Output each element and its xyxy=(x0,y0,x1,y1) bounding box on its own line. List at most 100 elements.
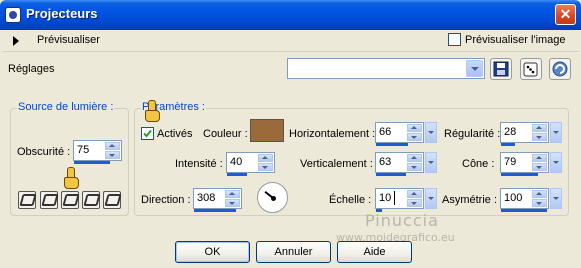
regularity-slider[interactable] xyxy=(501,143,515,146)
horizontal-slider[interactable] xyxy=(376,143,408,146)
obscurity-spinbox[interactable]: 75 xyxy=(73,140,122,164)
cone-value: 79 xyxy=(504,156,517,168)
asymmetry-dropdown[interactable] xyxy=(550,188,562,209)
intensity-label: Intensité : xyxy=(175,158,223,170)
spin-up-icon[interactable] xyxy=(407,190,422,198)
scale-spin-buttons[interactable] xyxy=(407,190,422,207)
cone-label: Cône : xyxy=(462,158,495,170)
light-preset-icon-1[interactable] xyxy=(18,191,36,209)
vertical-label: Verticalement : xyxy=(300,158,373,170)
spin-up-icon[interactable] xyxy=(407,124,422,132)
intensity-spinbox[interactable]: 40 xyxy=(226,152,275,176)
spin-down-icon[interactable] xyxy=(225,199,240,207)
direction-value: 308 xyxy=(197,192,216,204)
horizontal-spinbox[interactable]: 66 xyxy=(375,122,424,146)
light-preset-icon-3[interactable] xyxy=(61,191,79,209)
asymmetry-value: 100 xyxy=(504,192,523,204)
spin-down-icon[interactable] xyxy=(258,163,273,171)
vertical-value: 63 xyxy=(379,156,392,168)
dice-icon xyxy=(523,62,538,77)
obscurity-spin-buttons[interactable] xyxy=(105,142,120,159)
preview-toggle-label[interactable]: Prévisualiser xyxy=(37,34,100,46)
preview-image-label[interactable]: Prévisualiser l'image xyxy=(465,34,566,46)
light-preset-icon-2[interactable] xyxy=(40,191,58,209)
app-icon xyxy=(5,7,21,23)
regularity-spin-buttons[interactable] xyxy=(532,124,547,141)
watermark-name: Pinuccia xyxy=(365,211,439,230)
title-bar[interactable]: Projecteurs ✕ xyxy=(0,0,581,30)
direction-spinbox[interactable]: 308 xyxy=(193,188,242,212)
spin-down-icon[interactable] xyxy=(105,151,120,159)
asymmetry-spin-buttons[interactable] xyxy=(532,190,547,207)
ok-button[interactable]: OK xyxy=(175,241,250,263)
intensity-spin-buttons[interactable] xyxy=(258,154,273,171)
cone-spinbox[interactable]: 79 xyxy=(500,152,549,176)
cone-dropdown[interactable] xyxy=(550,152,562,173)
scale-value: 10 xyxy=(379,192,392,204)
vertical-dropdown[interactable] xyxy=(425,152,437,173)
horizontal-value: 66 xyxy=(379,126,392,138)
spin-down-icon[interactable] xyxy=(532,133,547,141)
direction-dial[interactable] xyxy=(257,182,288,213)
chevron-down-icon[interactable] xyxy=(466,60,483,77)
checkmark-icon xyxy=(143,129,152,138)
light-preset-icon-5[interactable] xyxy=(103,191,121,209)
horizontal-dropdown[interactable] xyxy=(425,122,437,143)
pointer-hand-icon xyxy=(64,167,79,189)
random-button[interactable] xyxy=(520,58,542,80)
regularity-label: Régularité : xyxy=(444,128,501,140)
preset-combobox[interactable] xyxy=(287,58,485,79)
expand-triangle-icon[interactable] xyxy=(13,36,19,46)
spin-down-icon[interactable] xyxy=(407,163,422,171)
light-preset-icon-4[interactable] xyxy=(82,191,100,209)
save-preset-button[interactable] xyxy=(490,58,512,80)
projecteurs-dialog: Projecteurs ✕ Prévisualiser Prévisualise… xyxy=(0,0,581,268)
vertical-spinbox[interactable]: 63 xyxy=(375,152,424,176)
help-button[interactable]: Aide xyxy=(337,241,412,263)
obscurity-slider[interactable] xyxy=(74,161,110,164)
cone-slider[interactable] xyxy=(501,173,538,176)
regularity-spinbox[interactable]: 28 xyxy=(500,122,549,146)
spin-up-icon[interactable] xyxy=(105,142,120,150)
spin-up-icon[interactable] xyxy=(532,190,547,198)
intensity-slider[interactable] xyxy=(227,173,247,176)
spin-up-icon[interactable] xyxy=(407,154,422,162)
horizontal-spin-buttons[interactable] xyxy=(407,124,422,141)
intensity-value: 40 xyxy=(230,156,243,168)
spin-up-icon[interactable] xyxy=(532,154,547,162)
close-button[interactable]: ✕ xyxy=(555,4,576,25)
spin-up-icon[interactable] xyxy=(532,124,547,132)
spin-down-icon[interactable] xyxy=(407,133,422,141)
cancel-button[interactable]: Annuler xyxy=(256,241,331,263)
asymmetry-spinbox[interactable]: 100 xyxy=(500,188,549,212)
scale-label: Échelle : xyxy=(329,194,372,206)
cone-spin-buttons[interactable] xyxy=(532,154,547,171)
spin-up-icon[interactable] xyxy=(258,154,273,162)
active-checkbox[interactable] xyxy=(141,127,154,140)
text-cursor xyxy=(394,191,395,205)
scale-spinbox[interactable]: 10 xyxy=(375,188,424,212)
vertical-slider[interactable] xyxy=(376,173,406,176)
reset-icon xyxy=(552,61,568,77)
spin-down-icon[interactable] xyxy=(407,199,422,207)
asymmetry-slider[interactable] xyxy=(501,209,547,212)
light-source-legend: Source de lumière : xyxy=(17,101,115,113)
direction-slider[interactable] xyxy=(194,209,236,212)
dial-center-icon xyxy=(271,196,276,201)
reset-button[interactable] xyxy=(549,58,571,80)
spin-up-icon[interactable] xyxy=(225,190,240,198)
obscurity-value: 75 xyxy=(77,144,90,156)
spin-down-icon[interactable] xyxy=(532,199,547,207)
save-icon xyxy=(493,61,509,77)
preview-bar: Prévisualiser Prévisualiser l'image xyxy=(3,30,578,52)
spin-down-icon[interactable] xyxy=(532,163,547,171)
color-swatch[interactable] xyxy=(250,119,284,142)
pointer-hand-icon xyxy=(145,100,160,122)
preview-image-checkbox[interactable] xyxy=(448,33,461,46)
regularity-dropdown[interactable] xyxy=(550,122,562,143)
scale-dropdown[interactable] xyxy=(425,188,437,209)
horizontal-label: Horizontalement : xyxy=(289,128,376,140)
vertical-spin-buttons[interactable] xyxy=(407,154,422,171)
direction-spin-buttons[interactable] xyxy=(225,190,240,207)
active-label: Activés xyxy=(157,128,193,140)
